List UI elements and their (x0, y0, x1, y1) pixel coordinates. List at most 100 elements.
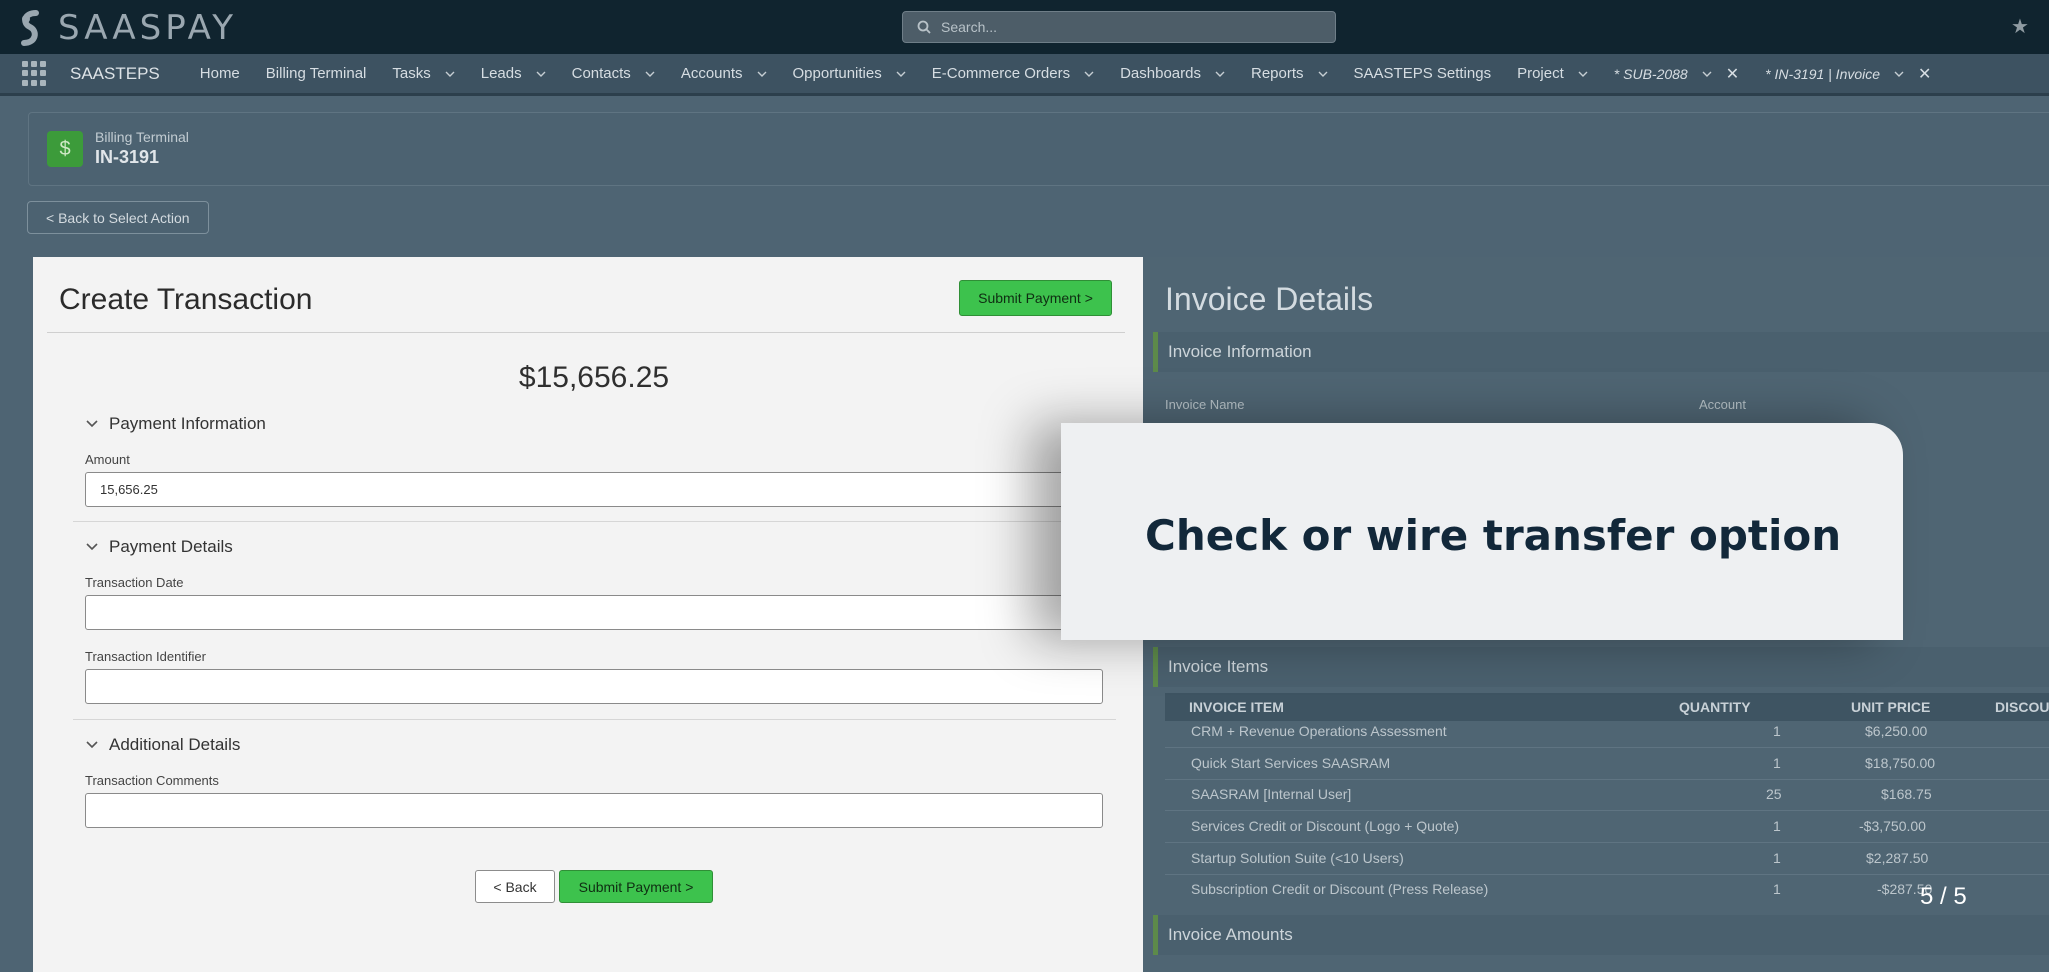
amount-field[interactable]: 15,656.25 (85, 472, 1103, 507)
item-name: Subscription Credit or Discount (Press R… (1191, 881, 1489, 897)
caption-text: Check or wire transfer option (1145, 511, 1842, 560)
section-title: Invoice Information (1168, 342, 1312, 361)
chevron-down-icon (86, 543, 98, 551)
nav-item-saasteps-settings[interactable]: SAASTEPS Settings (1354, 65, 1492, 82)
invoice-information-section[interactable]: Invoice Information (1153, 332, 2049, 372)
chevron-down-icon[interactable] (1578, 69, 1588, 79)
chevron-down-icon[interactable] (1702, 69, 1712, 79)
search-icon (917, 20, 931, 34)
nav-item-label: Contacts (571, 65, 631, 82)
nav-item-label: Project (1517, 65, 1564, 82)
column-header[interactable]: QUANTITY (1679, 699, 1751, 715)
item-qty: 1 (1773, 755, 1781, 771)
row-divider (1165, 747, 2049, 748)
chevron-down-icon[interactable] (1318, 69, 1328, 79)
item-price: $2,287.50 (1866, 850, 1929, 866)
nav-item-tasks[interactable]: Tasks (392, 65, 455, 82)
row-divider (1165, 810, 2049, 811)
invoice-items-section[interactable]: Invoice Items (1153, 647, 2049, 687)
nav-item-leads[interactable]: Leads (481, 65, 546, 82)
divider (73, 719, 1116, 720)
app-logo[interactable]: SAASPAY (14, 8, 237, 48)
nav-item-billing-terminal[interactable]: Billing Terminal (266, 65, 367, 82)
submit-payment-bottom-button[interactable]: Submit Payment > (559, 870, 713, 903)
global-search-input[interactable]: Search... (902, 11, 1336, 43)
record-header: $ Billing Terminal IN-3191 (28, 112, 2049, 186)
logo-text: SAASPAY (58, 8, 237, 48)
nav-item-label: Opportunities (792, 65, 882, 82)
create-transaction-card: Create Transaction Submit Payment > $15,… (33, 257, 1143, 972)
tab-sub-2088[interactable]: * SUB-2088 ✕ (1614, 64, 1739, 84)
section-title: Invoice Items (1168, 657, 1269, 676)
favorites-star-icon[interactable]: ★ (2011, 16, 2033, 38)
item-qty: 1 (1773, 818, 1781, 834)
column-header[interactable]: INVOICE ITEM (1189, 699, 1284, 715)
chevron-down-icon[interactable] (536, 69, 546, 79)
row-divider (1165, 842, 2049, 843)
amount-value: 15,656.25 (100, 482, 158, 497)
item-name: Services Credit or Discount (Logo + Quot… (1191, 818, 1460, 834)
nav-item-accounts[interactable]: Accounts (681, 65, 767, 82)
column-header[interactable]: UNIT PRICE (1851, 699, 1930, 715)
item-name: SAASRAM [Internal User] (1191, 786, 1352, 802)
app-launcher-grid-icon[interactable] (22, 60, 48, 87)
chevron-down-icon[interactable] (896, 69, 906, 79)
nav-item-dashboards[interactable]: Dashboards (1120, 65, 1225, 82)
nav-item-home[interactable]: Home (200, 65, 240, 82)
transaction-comments-field[interactable] (85, 793, 1103, 828)
logo-icon (21, 10, 39, 46)
chevron-down-icon[interactable] (445, 69, 455, 79)
amount-label: Amount (85, 452, 130, 467)
item-name: Quick Start Services SAASRAM (1191, 755, 1391, 771)
section-title: Additional Details (109, 735, 241, 754)
back-button[interactable]: < Back (475, 870, 555, 903)
nav-item-contacts[interactable]: Contacts (572, 65, 655, 82)
search-placeholder: Search... (941, 19, 998, 35)
back-to-select-action-button[interactable]: < Back to Select Action (27, 201, 209, 234)
chevron-down-icon[interactable] (1894, 69, 1904, 79)
nav-item-project[interactable]: Project (1517, 65, 1588, 82)
item-qty: 1 (1773, 850, 1781, 866)
transaction-identifier-label: Transaction Identifier (85, 649, 206, 664)
top-bar: SAASPAY Search... ★ (0, 0, 2049, 54)
item-qty: 1 (1773, 881, 1781, 897)
section-payment-information[interactable]: Payment Information (85, 414, 266, 434)
chevron-down-icon[interactable] (1084, 69, 1094, 79)
nav-item-label: Dashboards (1120, 65, 1201, 82)
invoice-amounts-section[interactable]: Invoice Amounts (1153, 915, 2049, 955)
record-title: IN-3191 (95, 147, 160, 167)
section-title: Payment Information (109, 414, 266, 433)
close-tab-icon[interactable]: ✕ (1726, 64, 1739, 84)
nav-item-label: Accounts (680, 65, 743, 82)
caption-overlay: Check or wire transfer option (1061, 423, 1903, 640)
record-type: Billing Terminal (95, 129, 189, 145)
chevron-down-icon (86, 420, 98, 428)
invoice-items-table-header: INVOICE ITEM QUANTITY UNIT PRICE DISCOU (1165, 693, 2049, 721)
section-additional-details[interactable]: Additional Details (85, 735, 240, 755)
total-amount: $15,656.25 (518, 361, 670, 394)
column-header[interactable]: DISCOU (1995, 699, 2049, 715)
close-tab-icon[interactable]: ✕ (1918, 64, 1931, 84)
page-title: Create Transaction (59, 283, 313, 316)
item-price: $6,250.00 (1865, 723, 1928, 739)
item-name: CRM + Revenue Operations Assessment (1191, 723, 1447, 739)
chevron-down-icon[interactable] (1215, 69, 1225, 79)
item-qty: 1 (1773, 723, 1781, 739)
chevron-down-icon[interactable] (757, 69, 767, 79)
nav-item-ecommerce-orders[interactable]: E-Commerce Orders (932, 65, 1094, 82)
tab-in-3191-invoice[interactable]: * IN-3191 | Invoice ✕ (1765, 64, 1931, 84)
divider (47, 332, 1125, 333)
chevron-down-icon[interactable] (645, 69, 655, 79)
submit-payment-button[interactable]: Submit Payment > (959, 280, 1112, 316)
nav-item-label: Tasks (392, 65, 431, 82)
nav-item-opportunities[interactable]: Opportunities (793, 65, 906, 82)
nav-item-reports[interactable]: Reports (1251, 65, 1328, 82)
money-bag-icon: $ (47, 131, 83, 167)
section-payment-details[interactable]: Payment Details (85, 537, 233, 557)
account-label: Account (1699, 397, 1746, 412)
item-price: $18,750.00 (1865, 755, 1936, 771)
transaction-comments-label: Transaction Comments (85, 773, 219, 788)
transaction-identifier-field[interactable] (85, 669, 1103, 704)
transaction-date-field[interactable] (85, 595, 1103, 630)
app-name: SAASTEPS (70, 63, 160, 83)
